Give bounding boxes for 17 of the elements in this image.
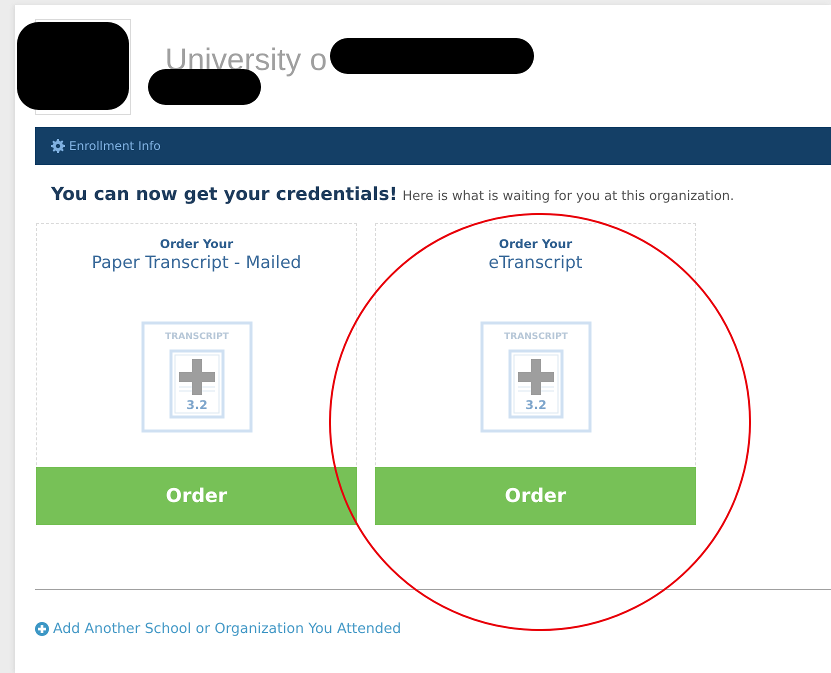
order-button[interactable]: Order <box>36 467 357 525</box>
intro-heading: You can now get your credentials! <box>51 184 398 205</box>
icon-label: TRANSCRIPT <box>504 332 568 342</box>
icon-label: TRANSCRIPT <box>164 332 228 342</box>
intro-text: Here is what is waiting for you at this organization. <box>402 189 734 204</box>
add-school-link[interactable]: Add Another School or Organization You Attended <box>53 621 402 637</box>
card-title: eTranscript <box>488 253 582 273</box>
order-button[interactable]: Order <box>375 467 696 525</box>
icon-value: 3.2 <box>186 398 208 412</box>
icon-value: 3.2 <box>524 398 546 412</box>
card-kicker: Order Your <box>498 237 572 251</box>
card-kicker: Order Your <box>160 237 234 251</box>
page-title: University o <box>165 42 327 78</box>
card-title: Paper Transcript - Mailed <box>92 253 302 273</box>
plus-circle-icon <box>35 622 49 636</box>
nav-tab[interactable]: Enrollment Info <box>69 139 161 153</box>
gear-icon <box>51 139 65 153</box>
